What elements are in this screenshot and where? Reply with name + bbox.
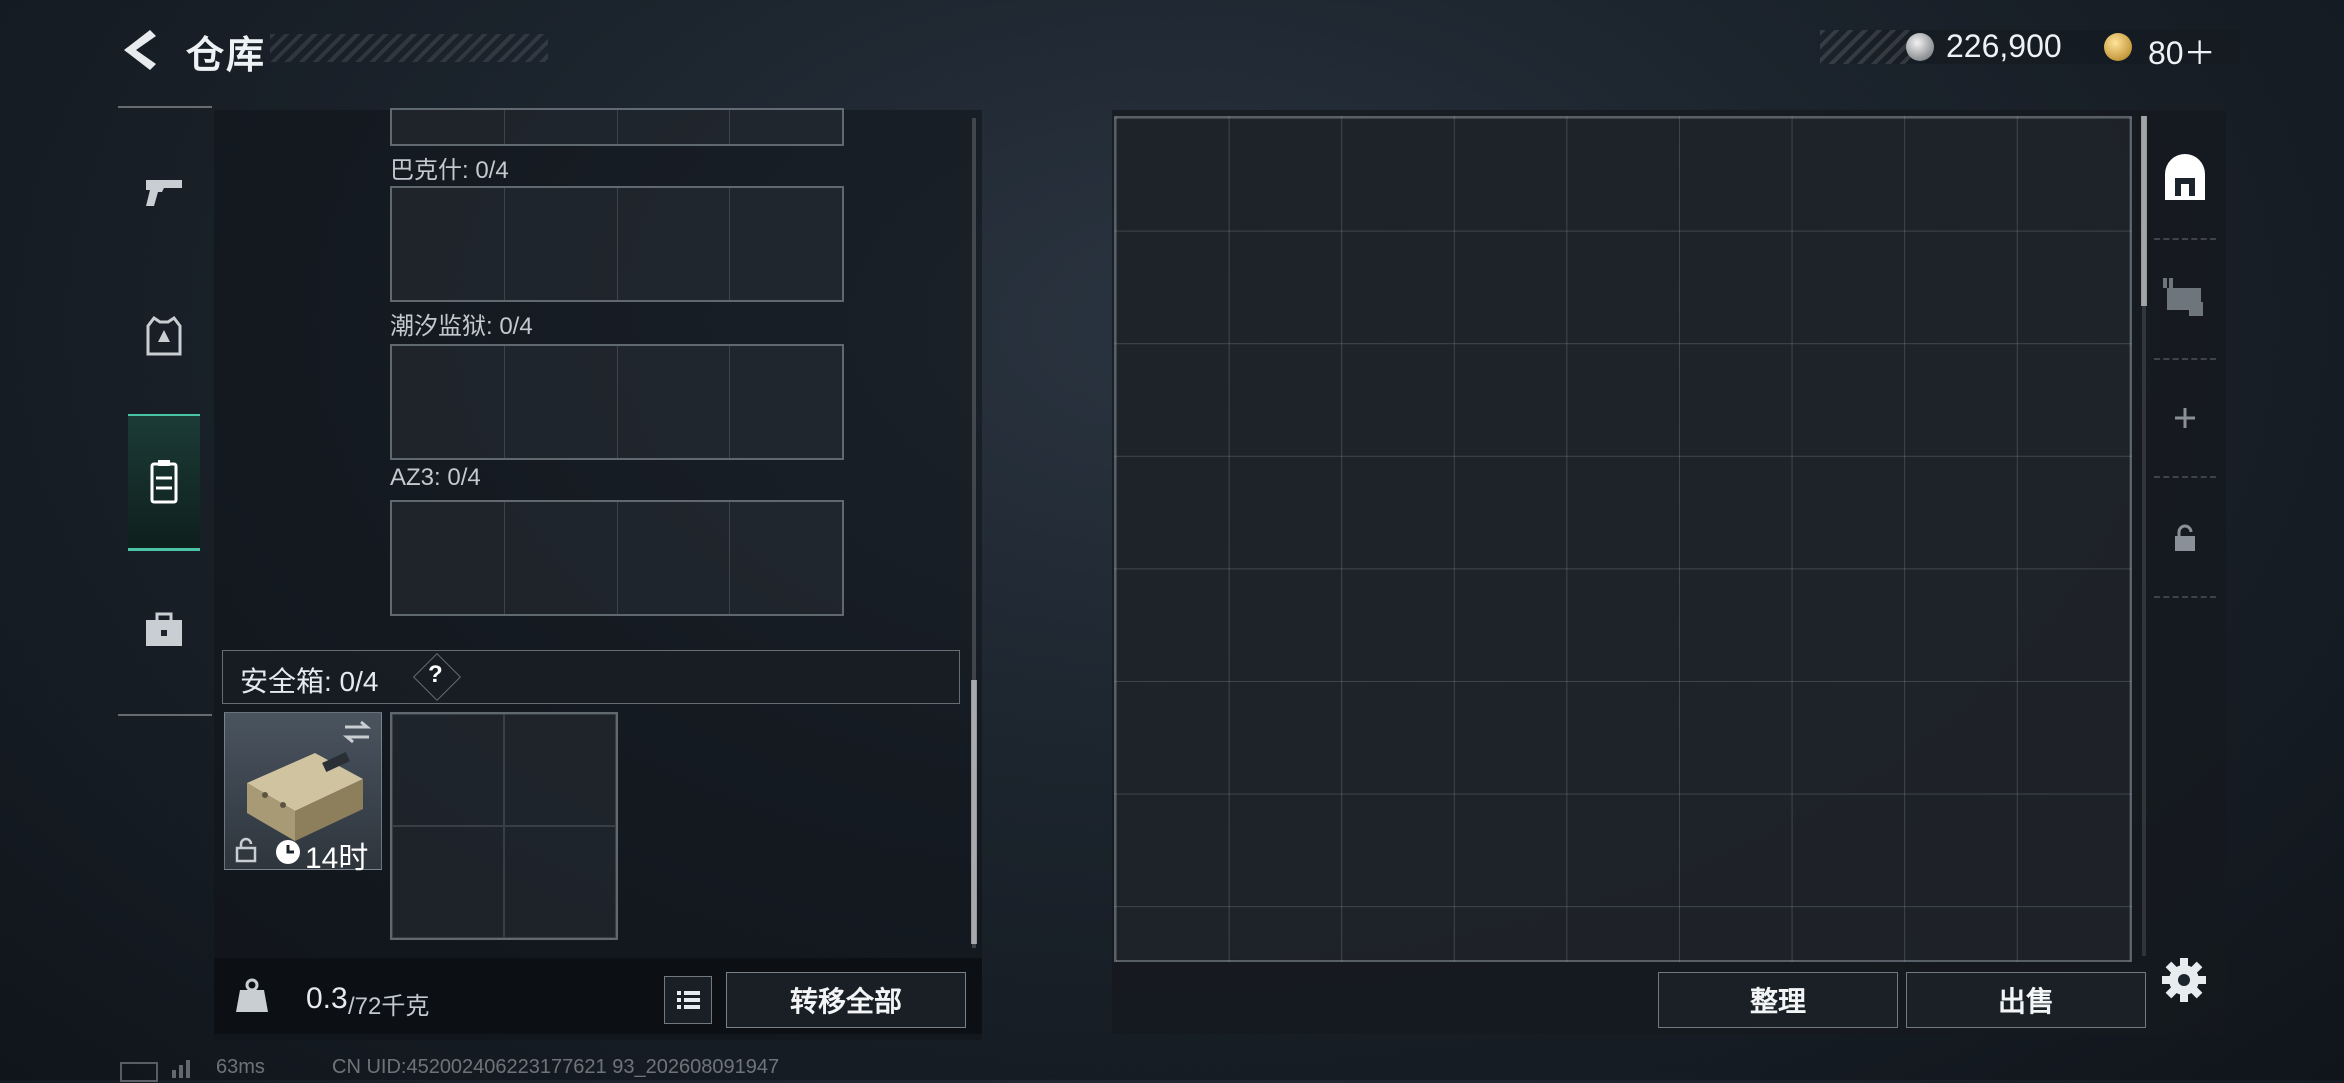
settings-button[interactable]: [2160, 956, 2208, 1004]
coin-amount[interactable]: 226,900: [1946, 28, 2062, 65]
slot-cell[interactable]: [505, 188, 618, 300]
storage-grid[interactable]: [1114, 116, 2132, 962]
safebox-slot-grid[interactable]: [390, 712, 618, 940]
map-label-az3: AZ3: 0/4: [390, 464, 481, 491]
weight-icon: [232, 976, 272, 1016]
uid-text: CN UID:452002406223177621 93_20260809194…: [332, 1056, 780, 1078]
storage-tab-add[interactable]: [2152, 368, 2218, 468]
ping-text: 63ms: [216, 1056, 265, 1078]
slot-cell[interactable]: [505, 346, 618, 458]
storage-main-icon: [2165, 154, 2205, 200]
nav-tab-containers[interactable]: [128, 414, 200, 551]
nav-tab-weapons[interactable]: [128, 156, 200, 228]
pistol-icon: [146, 180, 182, 206]
slot-cell[interactable]: [505, 110, 618, 144]
coin-icon: [1906, 33, 1934, 61]
slot-cell[interactable]: [392, 346, 505, 458]
safebox-timer: 14时: [305, 842, 369, 875]
slot-cell[interactable]: [392, 502, 505, 614]
add-icon: [2175, 408, 2195, 428]
slot-cell[interactable]: [618, 502, 731, 614]
side-tab-separator: [2154, 238, 2216, 240]
inventory-scroll-thumb[interactable]: [971, 680, 977, 944]
currency-bar-decoration: [1820, 30, 1910, 64]
slot-cell[interactable]: [618, 346, 731, 458]
map-slot-grid-az3[interactable]: [390, 500, 844, 616]
slot-cell[interactable]: [730, 188, 842, 300]
slot-cell[interactable]: [618, 188, 731, 300]
container-icon: [150, 460, 178, 504]
lock-icon: [235, 837, 257, 863]
storage-tab-expansion[interactable]: [2152, 248, 2218, 348]
storage-tab-main[interactable]: [2152, 130, 2218, 230]
side-tab-separator: [2154, 596, 2216, 598]
slot-cell[interactable]: [392, 714, 504, 826]
battery-icon: [120, 1062, 158, 1082]
title-decoration: [270, 34, 548, 62]
map-label-tidal-prison: 潮汐监狱: 0/4: [390, 313, 533, 340]
sell-button[interactable]: 出售: [1906, 972, 2146, 1028]
signal-icon: [170, 1056, 198, 1078]
page-title: 仓库: [186, 35, 267, 77]
map-slot-grid-top[interactable]: [390, 108, 844, 146]
slot-cell[interactable]: [730, 502, 842, 614]
map-slot-grid-tidal-prison[interactable]: [390, 344, 844, 460]
nav-tab-armor[interactable]: [128, 300, 200, 372]
slot-cell[interactable]: [505, 502, 618, 614]
nav-tab-cases[interactable]: [128, 594, 200, 666]
map-slot-grid-bakhsh[interactable]: [390, 186, 844, 302]
swap-icon[interactable]: [341, 719, 373, 745]
list-icon: [677, 991, 700, 1009]
side-tab-separator: [2154, 358, 2216, 360]
back-arrow-icon: [124, 30, 156, 70]
slot-cell[interactable]: [392, 826, 504, 938]
slot-cell[interactable]: [392, 110, 505, 144]
ticket-amount[interactable]: 80＋: [2148, 28, 2216, 74]
safebox-item[interactable]: 14时: [224, 712, 382, 875]
lock-icon: [2175, 524, 2195, 551]
vest-icon: [146, 315, 182, 356]
help-icon-glyph[interactable]: ?: [428, 661, 443, 689]
safebox-label: 安全箱: 0/4: [240, 666, 379, 697]
gear-icon: [2162, 958, 2206, 1002]
briefcase-icon: [146, 612, 182, 646]
weight-current: 0.3: [306, 982, 348, 1015]
sort-button[interactable]: 整理: [1658, 972, 1898, 1028]
storage-scroll-thumb[interactable]: [2141, 116, 2147, 306]
slot-cell[interactable]: [730, 346, 842, 458]
back-button[interactable]: [116, 26, 164, 74]
slot-cell[interactable]: [392, 188, 505, 300]
map-label-bakhsh: 巴克什: 0/4: [390, 157, 509, 184]
slot-cell[interactable]: [618, 110, 731, 144]
side-tab-separator: [2154, 476, 2216, 478]
ticket-icon: [2104, 33, 2132, 61]
slot-cell[interactable]: [730, 110, 842, 144]
list-view-button[interactable]: [664, 976, 712, 1024]
clock-icon: [276, 840, 300, 864]
slot-cell[interactable]: [504, 714, 616, 826]
transfer-all-button[interactable]: 转移全部: [726, 972, 966, 1028]
storage-tab-locked[interactable]: [2152, 488, 2218, 588]
weight-max: /72千克: [348, 993, 430, 1020]
expansion-card-icon: [2163, 278, 2203, 316]
slot-cell[interactable]: [504, 826, 616, 938]
